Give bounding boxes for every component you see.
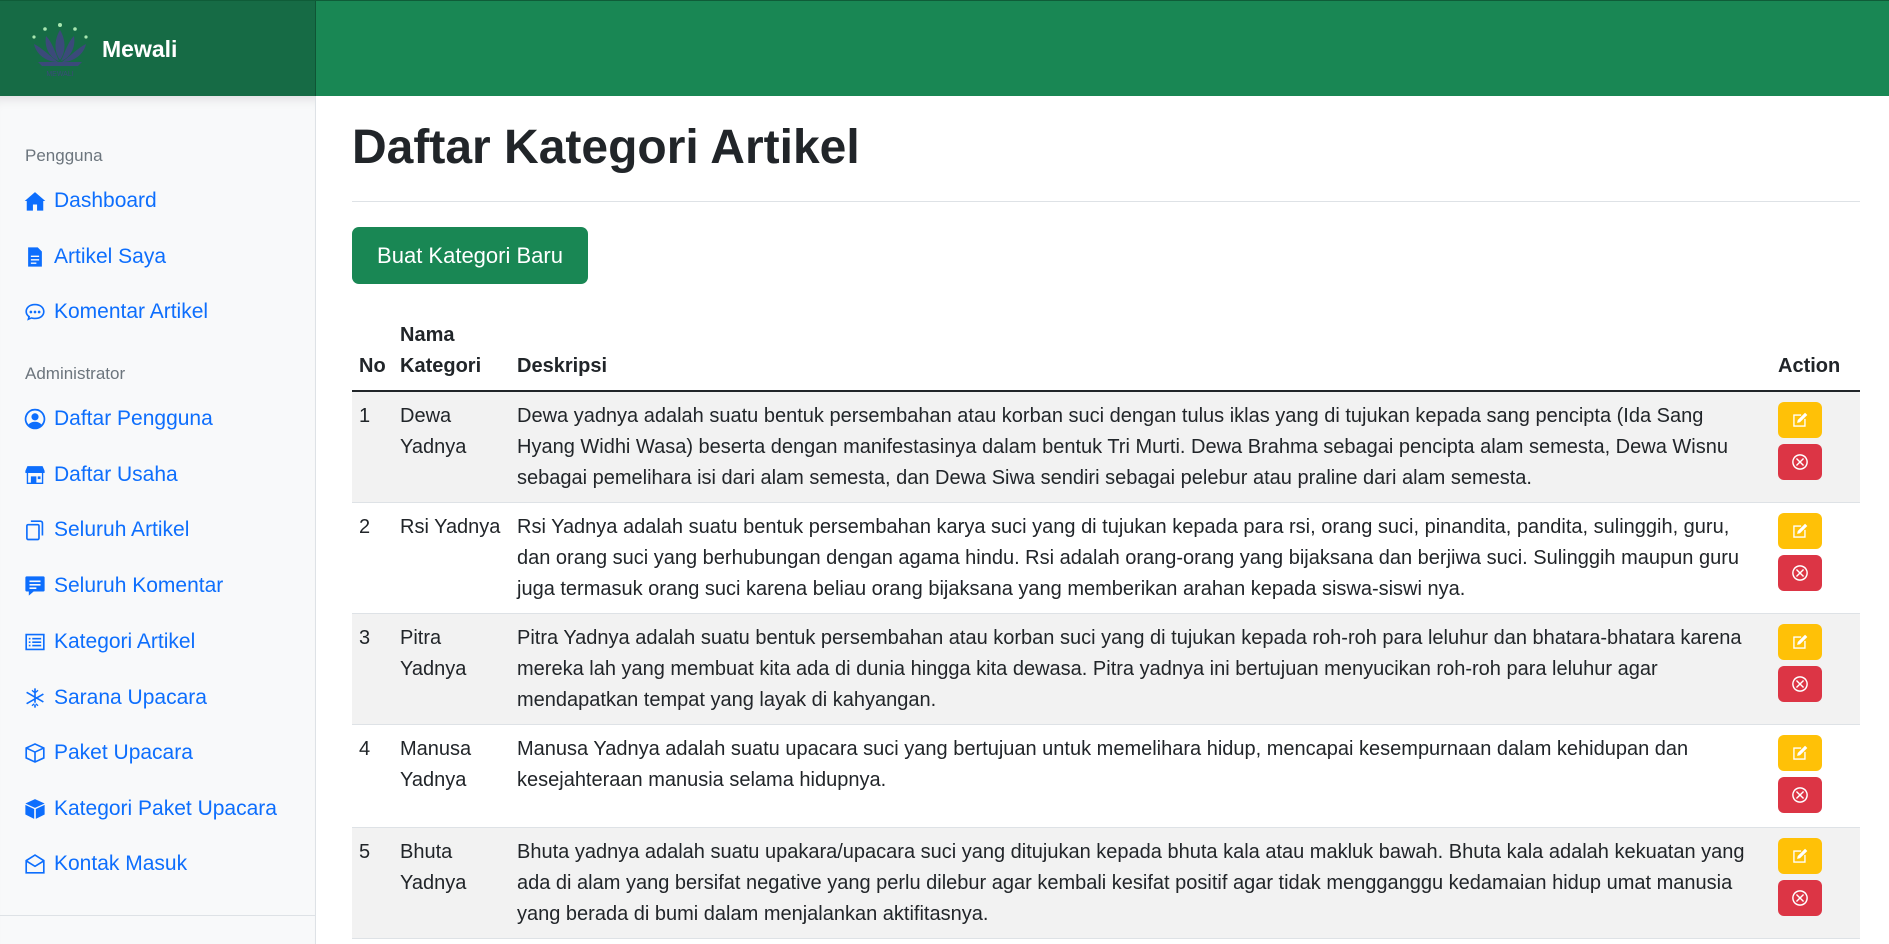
sidebar-item-kontak-masuk[interactable]: Kontak Masuk — [24, 847, 187, 881]
header-action: Action — [1771, 314, 1860, 392]
cell-no: 5 — [352, 827, 393, 939]
delete-button[interactable] — [1778, 880, 1822, 916]
edit-button[interactable] — [1778, 624, 1822, 660]
sidebar-item-label: Kategori Artikel — [54, 630, 196, 653]
cell-name: Bhuta Yadnya — [393, 827, 510, 939]
sidebar-item-sarana-upacara[interactable]: Sarana Upacara — [24, 681, 207, 715]
x-circle-icon — [1792, 676, 1808, 692]
title-divider — [352, 201, 1860, 202]
sidebar-item-label: Artikel Saya — [54, 245, 167, 268]
sidebar-item-seluruh-artikel[interactable]: Seluruh Artikel — [24, 513, 189, 547]
brand-name[interactable]: Mewali — [102, 36, 177, 63]
pencil-square-icon — [1793, 745, 1808, 760]
cell-description: Bhuta yadnya adalah suatu upakara/upacar… — [510, 827, 1771, 939]
edit-button[interactable] — [1778, 402, 1822, 438]
sidebar-item-label: Daftar Usaha — [54, 463, 178, 486]
pencil-square-icon — [1793, 523, 1808, 538]
cell-action — [1771, 391, 1860, 503]
cell-description: Pitra Yadnya adalah suatu bentuk persemb… — [510, 613, 1771, 725]
cell-name: Pitra Yadnya — [393, 613, 510, 725]
sidebar-item-label: Dashboard — [54, 189, 157, 212]
logo-text: MEWALI — [46, 71, 73, 78]
sidebar-item-komentar-artikel[interactable]: Komentar Artikel — [24, 295, 208, 329]
sidebar-item-label: Daftar Pengguna — [54, 407, 213, 430]
cell-action — [1771, 613, 1860, 725]
sidebar: Pengguna Dashboard Artikel Saya Komentar… — [0, 96, 316, 944]
sidebar-item-artikel-saya[interactable]: Artikel Saya — [24, 240, 166, 274]
box-icon — [25, 743, 45, 763]
sidebar-item-daftar-pengguna[interactable]: Daftar Pengguna — [24, 402, 213, 436]
header-name: Nama Kategori — [393, 314, 510, 392]
table-row: 3 Pitra Yadnya Pitra Yadnya adalah suatu… — [352, 613, 1860, 725]
chat-square-text-icon — [25, 576, 45, 596]
x-circle-icon — [1792, 565, 1808, 581]
table-row: 5 Bhuta Yadnya Bhuta yadnya adalah suatu… — [352, 827, 1860, 939]
lotus-logo-icon: MEWALI — [32, 23, 88, 78]
sidebar-divider — [0, 915, 316, 916]
sidebar-item-kategori-artikel[interactable]: Kategori Artikel — [24, 625, 195, 659]
table-row: 2 Rsi Yadnya Rsi Yadnya adalah suatu ben… — [352, 502, 1860, 614]
table-row: 1 Dewa Yadnya Dewa yadnya adalah suatu b… — [352, 391, 1860, 503]
category-table: No Nama Kategori Deskripsi Action 1 Dewa… — [352, 314, 1860, 939]
list-icon — [25, 633, 45, 651]
files-icon — [26, 520, 44, 541]
delete-button[interactable] — [1778, 444, 1822, 480]
sidebar-item-paket-upacara[interactable]: Paket Upacara — [24, 736, 193, 770]
cell-description: Dewa yadnya adalah suatu bentuk persemba… — [510, 391, 1771, 503]
sidebar-heading-admin: Administrator — [25, 364, 126, 383]
sidebar-item-label: Seluruh Komentar — [54, 574, 224, 597]
x-circle-icon — [1792, 890, 1808, 906]
edit-button[interactable] — [1778, 513, 1822, 549]
sidebar-item-kategori-paket-upacara[interactable]: Kategori Paket Upacara — [24, 792, 277, 826]
delete-button[interactable] — [1778, 666, 1822, 702]
edit-button[interactable] — [1778, 735, 1822, 771]
chat-dots-icon — [25, 303, 45, 321]
table-header-row: No Nama Kategori Deskripsi Action — [352, 314, 1860, 392]
sidebar-item-daftar-usaha[interactable]: Daftar Usaha — [24, 458, 178, 492]
brand[interactable]: MEWALI Mewali — [0, 1, 316, 97]
header-no: No — [352, 314, 393, 392]
shop-icon — [25, 466, 45, 484]
cell-action — [1771, 502, 1860, 614]
sidebar-item-label: Seluruh Artikel — [54, 518, 190, 541]
sidebar-item-dashboard[interactable]: Dashboard — [24, 184, 157, 218]
cell-no: 3 — [352, 613, 393, 725]
envelope-open-icon — [25, 854, 45, 874]
delete-button[interactable] — [1778, 777, 1822, 813]
pencil-square-icon — [1793, 412, 1808, 427]
pencil-square-icon — [1793, 634, 1808, 649]
cell-description: Manusa Yadnya adalah suatu upacara suci … — [510, 724, 1771, 828]
header-description: Deskripsi — [510, 314, 1771, 392]
sidebar-item-label: Paket Upacara — [54, 741, 193, 764]
cell-action — [1771, 827, 1860, 939]
cell-action — [1771, 724, 1860, 828]
x-circle-icon — [1792, 787, 1808, 803]
cell-description: Rsi Yadnya adalah suatu bentuk persembah… — [510, 502, 1771, 614]
snowflake-icon — [26, 688, 44, 708]
edit-button[interactable] — [1778, 838, 1822, 874]
cell-no: 1 — [352, 391, 393, 503]
cell-name: Rsi Yadnya — [393, 502, 510, 614]
sidebar-heading-user: Pengguna — [25, 146, 103, 165]
cell-no: 4 — [352, 724, 393, 828]
top-navbar: MEWALI Mewali — [0, 0, 1889, 97]
person-circle-icon — [24, 408, 46, 430]
cell-name: Manusa Yadnya — [393, 724, 510, 828]
pencil-square-icon — [1793, 848, 1808, 863]
cell-no: 2 — [352, 502, 393, 614]
cell-name: Dewa Yadnya — [393, 391, 510, 503]
delete-button[interactable] — [1778, 555, 1822, 591]
sidebar-item-label: Komentar Artikel — [54, 300, 209, 323]
sidebar-item-seluruh-komentar[interactable]: Seluruh Komentar — [24, 569, 223, 603]
file-text-icon — [28, 247, 42, 267]
sidebar-item-label: Kategori Paket Upacara — [54, 797, 277, 820]
new-category-button[interactable]: Buat Kategori Baru — [352, 227, 588, 284]
sidebar-item-label: Kontak Masuk — [54, 852, 188, 875]
house-icon — [24, 192, 46, 211]
sidebar-item-label: Sarana Upacara — [54, 686, 207, 709]
page-title: Daftar Kategori Artikel — [352, 121, 860, 174]
table-row: 4 Manusa Yadnya Manusa Yadnya adalah sua… — [352, 724, 1860, 828]
x-circle-icon — [1792, 454, 1808, 470]
box-fill-icon — [25, 799, 45, 819]
